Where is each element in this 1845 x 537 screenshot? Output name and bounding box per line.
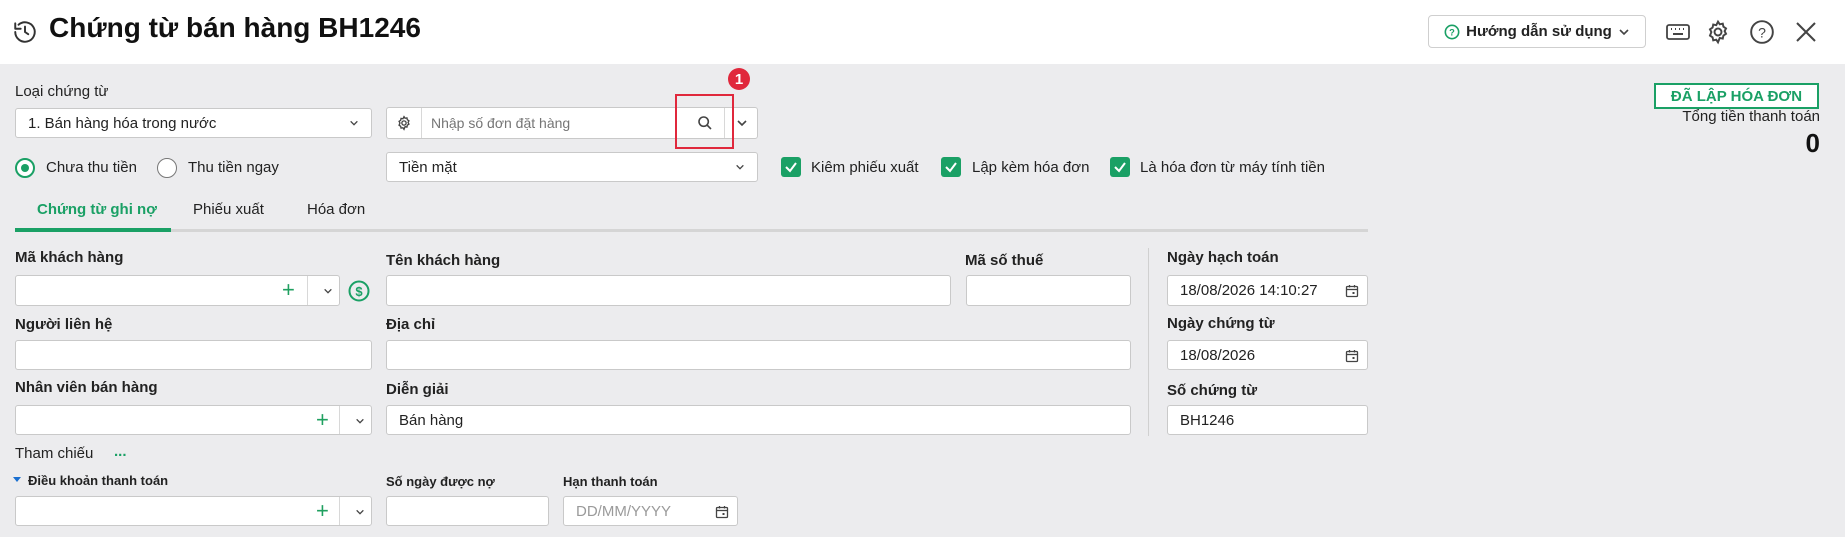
voucher-type-select[interactable]: 1. Bán hàng hóa trong nước (15, 108, 372, 138)
help-guide-button[interactable]: ? Hướng dẫn sử dụng (1428, 15, 1646, 48)
customer-name-label: Tên khách hàng (386, 252, 501, 269)
credit-days-label: Số ngày được nợ (386, 474, 495, 489)
radio-paid-now[interactable] (157, 158, 177, 178)
help-icon[interactable]: ? (1745, 15, 1779, 49)
salesperson-label: Nhân viên bán hàng (15, 379, 158, 396)
tab-debit-voucher[interactable]: Chứng từ ghi nợ (37, 201, 157, 218)
voucher-no-label: Số chứng từ (1167, 382, 1258, 399)
payment-terms-input[interactable]: + (15, 496, 372, 526)
customer-code-label: Mã khách hàng (15, 249, 124, 266)
voucher-date-label: Ngày chứng từ (1167, 315, 1275, 332)
add-icon[interactable]: + (282, 279, 295, 301)
customer-name-input[interactable] (386, 275, 951, 306)
chevron-down-icon (736, 120, 747, 127)
posting-date-value: 18/08/2026 14:10:27 (1180, 282, 1318, 299)
chevron-down-icon (736, 164, 744, 170)
total-label: Tổng tiền thanh toán (1682, 108, 1820, 125)
payment-terms-label[interactable]: Điều khoản thanh toán (28, 473, 168, 488)
svg-text:?: ? (1758, 24, 1766, 40)
checkbox-issue-note-label[interactable]: Kiêm phiếu xuất (811, 159, 919, 176)
column-divider (1148, 248, 1149, 436)
close-icon[interactable] (1789, 15, 1823, 49)
description-input[interactable]: Bán hàng (386, 405, 1131, 435)
voucher-no-input[interactable]: BH1246 (1167, 405, 1368, 435)
posting-date-input[interactable]: 18/08/2026 14:10:27 (1167, 275, 1368, 306)
page-title: Chứng từ bán hàng BH1246 (49, 12, 421, 43)
checkbox-with-invoice-label[interactable]: Lập kèm hóa đơn (972, 159, 1089, 176)
address-label: Địa chỉ (386, 316, 436, 333)
payment-method-select[interactable]: Tiền mặt (386, 152, 758, 182)
keyboard-icon[interactable] (1661, 15, 1695, 49)
tab-active-indicator (15, 228, 171, 232)
calendar-icon[interactable] (715, 505, 729, 519)
tax-code-input[interactable] (966, 275, 1131, 306)
checkbox-cash-register-invoice[interactable] (1110, 157, 1130, 177)
credit-days-input[interactable] (386, 496, 549, 526)
voucher-date-value: 18/08/2026 (1180, 346, 1256, 364)
step-marker: 1 (728, 68, 750, 90)
gear-icon[interactable] (1701, 15, 1735, 49)
due-date-placeholder: DD/MM/YYYY (576, 502, 672, 520)
tab-underline-track (15, 229, 1368, 232)
highlight-box (675, 94, 734, 149)
add-icon[interactable]: + (316, 500, 329, 522)
description-value: Bán hàng (399, 411, 464, 429)
svg-text:$: $ (355, 284, 363, 299)
checkmark-icon (785, 162, 797, 173)
voucher-type-label: Loại chứng từ (15, 83, 109, 100)
help-guide-label: Hướng dẫn sử dụng (1466, 23, 1612, 40)
contact-input[interactable] (15, 340, 372, 370)
tab-invoice[interactable]: Hóa đơn (307, 201, 365, 218)
checkmark-icon (945, 162, 957, 173)
voucher-type-value: 1. Bán hàng hóa trong nước (28, 114, 217, 132)
question-circle-icon: ? (1444, 24, 1460, 39)
salesperson-input[interactable]: + (15, 405, 372, 435)
chevron-down-icon (350, 120, 358, 126)
calendar-icon[interactable] (1345, 284, 1359, 298)
caret-down-icon[interactable] (13, 476, 21, 484)
svg-text:?: ? (1449, 27, 1455, 37)
description-label: Diễn giải (386, 381, 449, 398)
reference-label: Tham chiếu (15, 445, 94, 462)
radio-unpaid[interactable] (15, 158, 35, 178)
calendar-icon[interactable] (1345, 349, 1359, 363)
chevron-down-icon[interactable] (355, 507, 365, 517)
radio-unpaid-label[interactable]: Chưa thu tiền (46, 159, 137, 176)
tab-issue-note[interactable]: Phiếu xuất (193, 201, 264, 218)
order-search-input[interactable] (431, 111, 659, 135)
reference-more-link[interactable]: ... (114, 443, 127, 460)
chevron-down-icon (1619, 28, 1629, 35)
due-date-input[interactable]: DD/MM/YYYY (563, 496, 738, 526)
checkbox-with-invoice[interactable] (941, 157, 961, 177)
checkbox-issue-note[interactable] (781, 157, 801, 177)
total-value: 0 (1805, 128, 1820, 158)
chevron-down-icon[interactable] (323, 286, 333, 296)
address-input[interactable] (386, 340, 1131, 370)
checkmark-icon (1114, 162, 1126, 173)
due-date-label: Hạn thanh toán (563, 474, 658, 489)
tax-code-label: Mã số thuế (965, 252, 1044, 269)
checkbox-cash-register-invoice-label[interactable]: Là hóa đơn từ máy tính tiền (1140, 159, 1325, 176)
add-icon[interactable]: + (316, 409, 329, 431)
chevron-down-icon[interactable] (355, 416, 365, 426)
voucher-date-input[interactable]: 18/08/2026 (1167, 340, 1368, 370)
posting-date-label: Ngày hạch toán (1167, 249, 1279, 266)
customer-code-input[interactable]: + (15, 275, 340, 306)
contact-label: Người liên hệ (15, 316, 113, 333)
dollar-icon[interactable]: $ (348, 280, 370, 302)
order-settings-icon[interactable] (387, 108, 421, 138)
status-badge: ĐÃ LẬP HÓA ĐƠN (1654, 83, 1819, 109)
radio-paid-now-label[interactable]: Thu tiền ngay (188, 159, 279, 176)
voucher-no-value: BH1246 (1180, 411, 1235, 429)
history-icon[interactable] (12, 19, 38, 45)
payment-method-value: Tiền mặt (399, 158, 457, 176)
